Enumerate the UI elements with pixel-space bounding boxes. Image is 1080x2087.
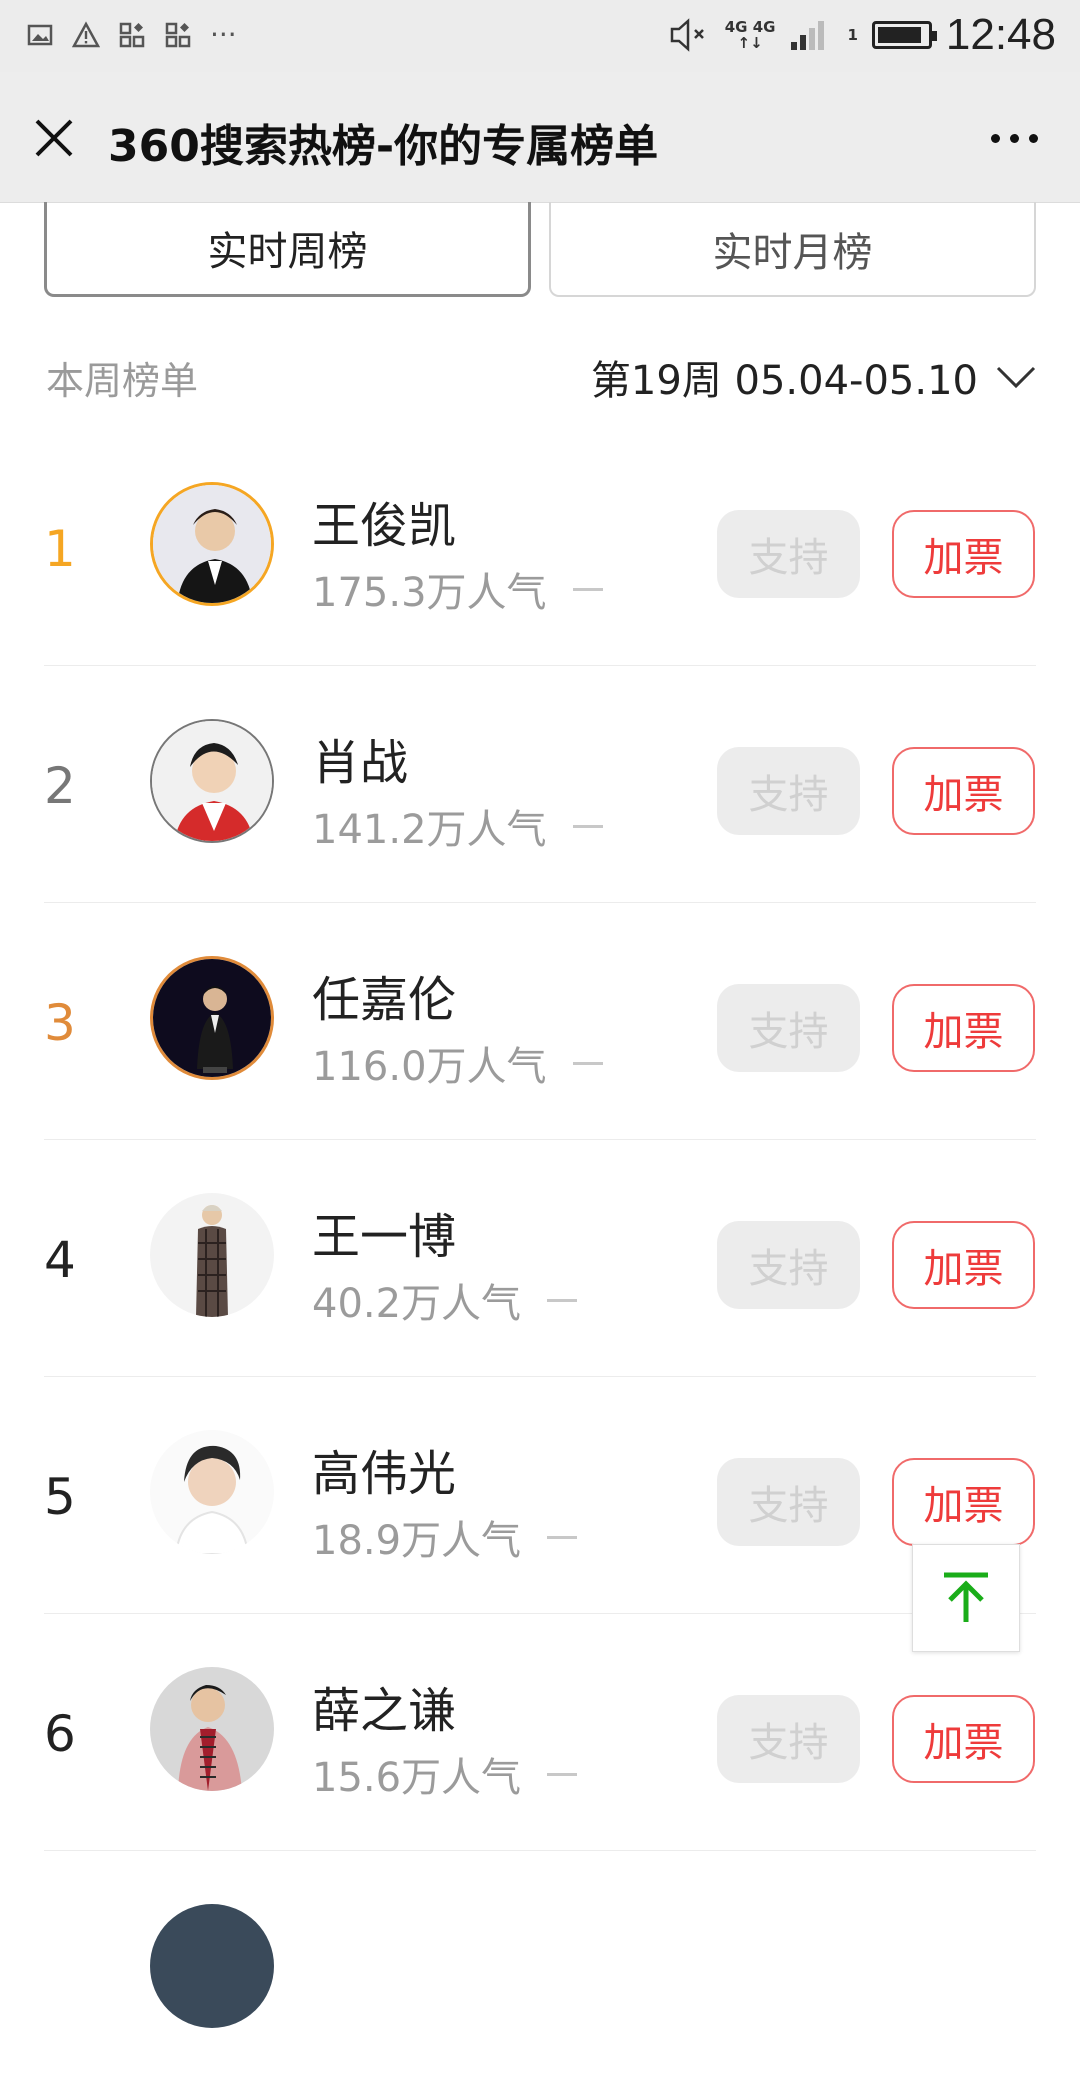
star-name: 王一博 [312, 1209, 457, 1265]
arrow-up-icon [944, 1572, 988, 1622]
battery-icon [871, 21, 937, 49]
list-item: 1 王俊凯 175.3万人气 支持 加票 [44, 428, 1036, 666]
popularity: 15.6万人气 [312, 1745, 578, 1803]
network-indicator: 4G 4G ↑↓ [725, 19, 776, 51]
list-item: 5 高伟光 18.9万人气 支持 加票 [44, 1376, 1036, 1614]
mute-icon [670, 18, 704, 52]
rank-number: 2 [44, 757, 76, 815]
signal-icon [791, 21, 825, 50]
avatar [150, 1904, 274, 2028]
star-name: 王俊凯 [312, 498, 457, 554]
avatar [150, 1667, 274, 1791]
trend-flat-icon [572, 587, 603, 591]
popularity: 141.2万人气 [312, 797, 603, 855]
popularity: 40.2万人气 [312, 1271, 578, 1329]
list-item: 6 薛之谦 15.6万人气 支持 加票 [44, 1613, 1036, 1851]
trend-flat-icon [547, 1298, 578, 1302]
network-type: 4G 4G [724, 18, 776, 36]
popularity: 18.9万人气 [312, 1508, 578, 1566]
clock: 12:48 [945, 10, 1056, 59]
rank-number: 3 [44, 994, 76, 1052]
support-button[interactable]: 支持 [717, 747, 860, 835]
close-icon[interactable] [32, 116, 76, 160]
nav-bar: 360搜索热榜-你的专属榜单 [0, 72, 1080, 203]
more-menu-icon[interactable] [991, 134, 1038, 143]
support-button[interactable]: 支持 [717, 984, 860, 1072]
add-vote-button[interactable]: 加票 [892, 1458, 1035, 1546]
popularity-value: 175.3万人气 [312, 570, 547, 616]
chevron-down-icon [996, 366, 1036, 389]
tab-weekly[interactable]: 实时周榜 [44, 202, 531, 297]
rank-number: 4 [44, 1231, 76, 1289]
week-selector[interactable]: 第19周 05.04-05.10 [591, 348, 1036, 406]
tab-monthly[interactable]: 实时月榜 [549, 202, 1036, 297]
star-name: 任嘉伦 [312, 972, 457, 1028]
trend-flat-icon [572, 824, 603, 828]
add-vote-button[interactable]: 加票 [892, 1221, 1035, 1309]
status-right-icons: 4G 4G ↑↓ 1 12:48 [669, 10, 1056, 60]
support-button[interactable]: 支持 [717, 1458, 860, 1546]
popularity: 175.3万人气 [312, 560, 603, 618]
star-name: 薛之谦 [312, 1683, 457, 1739]
list-item-partial [44, 1850, 1036, 2087]
week-selected-value: 第19周 05.04-05.10 [590, 358, 978, 404]
popularity-value: 15.6万人气 [312, 1755, 522, 1801]
trend-flat-icon [547, 1772, 578, 1776]
page-title: 360搜索热榜-你的专属榜单 [108, 121, 659, 172]
status-bar: ··· 4G 4G ↑↓ 1 12:48 [0, 0, 1080, 72]
popularity-value: 141.2万人气 [312, 807, 547, 853]
warning-icon [72, 20, 100, 47]
more-notifications-icon: ··· [210, 18, 237, 51]
star-name: 肖战 [312, 735, 409, 791]
avatar [150, 1193, 274, 1317]
rank-number: 1 [44, 520, 76, 578]
app-grid-icon [119, 22, 145, 47]
add-vote-button[interactable]: 加票 [892, 1695, 1035, 1783]
add-vote-button[interactable]: 加票 [892, 984, 1035, 1072]
rank-number: 6 [44, 1705, 76, 1763]
support-button[interactable]: 支持 [717, 510, 860, 598]
back-to-top-button[interactable] [912, 1544, 1020, 1652]
support-button[interactable]: 支持 [717, 1695, 860, 1783]
popularity-value: 18.9万人气 [312, 1518, 522, 1564]
add-vote-button[interactable]: 加票 [892, 747, 1035, 835]
star-name: 高伟光 [312, 1446, 457, 1502]
support-button[interactable]: 支持 [717, 1221, 860, 1309]
avatar [150, 482, 274, 606]
popularity-value: 116.0万人气 [312, 1044, 547, 1090]
week-list-label: 本周榜单 [46, 359, 199, 403]
app-grid-icon [165, 22, 191, 47]
list-item: 3 任嘉伦 116.0万人气 支持 加票 [44, 902, 1036, 1140]
rank-number: 5 [44, 1468, 76, 1526]
avatar [150, 1430, 274, 1554]
image-icon [27, 24, 53, 45]
add-vote-button[interactable]: 加票 [892, 510, 1035, 598]
trend-flat-icon [572, 1061, 603, 1065]
battery-fill [877, 27, 921, 43]
popularity-value: 40.2万人气 [312, 1281, 522, 1327]
list-item: 2 肖战 141.2万人气 支持 加票 [44, 665, 1036, 903]
sim-slot: 1 [847, 26, 858, 44]
data-arrows-icon: ↑↓ [737, 34, 763, 52]
trend-flat-icon [547, 1535, 578, 1539]
avatar [150, 719, 274, 843]
list-item: 4 王一博 40.2万人气 支持 加票 [44, 1139, 1036, 1377]
status-left-icons: ··· [26, 18, 237, 51]
avatar [150, 956, 274, 1080]
popularity: 116.0万人气 [312, 1034, 603, 1092]
